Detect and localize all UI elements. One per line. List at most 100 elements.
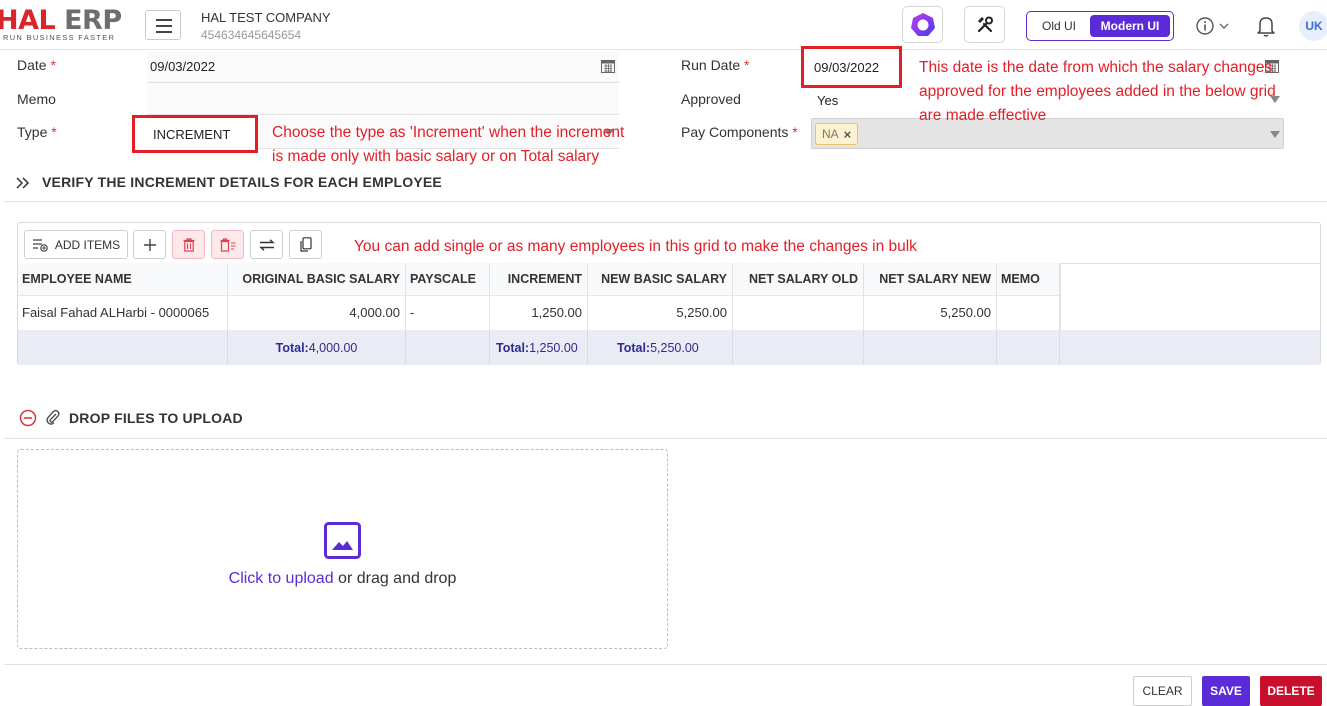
file-dropzone[interactable]: Click to upload or drag and drop (17, 449, 668, 649)
cell-employee-name[interactable]: Faisal Fahad ALHarbi - 0000065 (18, 295, 228, 330)
remove-tag-icon[interactable]: × (844, 127, 852, 142)
total-label: Total: (275, 340, 309, 355)
total-value: 4,000.00 (308, 340, 358, 355)
divider (4, 201, 1327, 202)
info-icon (1196, 17, 1214, 35)
column-header-new-basic-salary[interactable]: NEW BASIC SALARY (588, 263, 733, 295)
approved-label: Approved (681, 91, 741, 107)
cell-net-salary-new[interactable]: 5,250.00 (864, 295, 997, 330)
memo-label: Memo (17, 91, 56, 107)
run-date-annotation-line1: This date is the date from which the sal… (919, 59, 1273, 76)
modern-ui-option[interactable]: Modern UI (1090, 15, 1170, 37)
double-chevron-right-icon[interactable] (16, 177, 30, 189)
click-to-upload-link[interactable]: Click to upload (229, 570, 334, 587)
type-label: Type * (17, 124, 57, 140)
required-mark: * (50, 57, 56, 73)
employee-grid: ADD ITEMS You can add single or as many … (17, 222, 1321, 365)
hamburger-line (156, 19, 172, 21)
cell-net-salary-old[interactable] (733, 295, 864, 330)
company-name: HAL TEST COMPANY (201, 10, 331, 25)
grid-col-border (1060, 263, 1061, 330)
divider (4, 438, 1327, 439)
add-items-label: ADD ITEMS (54, 237, 121, 252)
hamburger-line (156, 31, 172, 33)
dropdown-arrow-icon (1270, 131, 1280, 138)
column-header-increment[interactable]: INCREMENT (490, 263, 588, 295)
trash-icon (183, 237, 194, 252)
hamburger-menu-button[interactable] (145, 10, 181, 40)
notifications-button[interactable] (1255, 14, 1277, 38)
company-id: 454634645645654 (201, 28, 302, 42)
collapse-minus-icon[interactable] (19, 409, 37, 427)
date-label-text: Date (17, 57, 47, 73)
required-mark: * (792, 124, 798, 140)
swap-button[interactable] (250, 230, 283, 259)
cell-payscale[interactable]: - (406, 295, 490, 330)
paperclip-icon (46, 409, 60, 425)
column-header-net-salary-new[interactable]: NET SALARY NEW (864, 263, 997, 295)
date-field[interactable]: 09/03/2022 (147, 51, 619, 83)
pay-component-tag-label: NA (822, 127, 839, 141)
drag-drop-text: or drag and drop (333, 570, 457, 587)
column-header-payscale[interactable]: PAYSCALE (406, 263, 490, 295)
upload-section-title: DROP FILES TO UPLOAD (69, 410, 243, 426)
logo-erp: ERP (55, 6, 122, 36)
info-menu-button[interactable] (1195, 15, 1235, 37)
cell-increment[interactable]: 1,250.00 (490, 295, 588, 330)
column-header-employee-name[interactable]: EMPLOYEE NAME (18, 263, 228, 295)
chevron-down-icon (1219, 23, 1229, 29)
verify-section-title: VERIFY THE INCREMENT DETAILS FOR EACH EM… (42, 174, 442, 190)
copy-icon (299, 237, 312, 252)
run-date-field[interactable]: 09/03/2022 (801, 46, 902, 88)
type-label-text: Type (17, 124, 48, 140)
type-annotation-line1: Choose the type as 'Increment' when the … (272, 124, 625, 141)
copy-button[interactable] (289, 230, 322, 259)
type-select[interactable]: INCREMENT (132, 115, 258, 153)
logo-text: HAL ERP (0, 6, 122, 36)
cell-new-basic-salary[interactable]: 5,250.00 (588, 295, 733, 330)
total-cell-empty (18, 330, 228, 365)
column-header-net-salary-old[interactable]: NET SALARY OLD (733, 263, 864, 295)
required-mark: * (744, 57, 750, 73)
total-label: Total: (617, 340, 651, 355)
ai-assistant-button[interactable] (902, 6, 943, 43)
calendar-icon[interactable] (601, 59, 615, 73)
top-header: HAL ERP RUN BUSINESS FASTER HAL TEST COM… (0, 0, 1327, 50)
hal-erp-logo[interactable]: HAL ERP RUN BUSINESS FASTER (0, 6, 130, 44)
run-date-annotation-line3: are made effective (919, 107, 1047, 124)
logo-hal: HAL (0, 6, 56, 36)
ai-orb-icon (910, 12, 935, 36)
date-label: Date * (17, 57, 56, 73)
image-upload-icon (324, 522, 361, 559)
total-cell-empty (733, 330, 864, 365)
add-items-button[interactable]: ADD ITEMS (24, 230, 128, 259)
total-new-basic-salary: Total: 5,250.00 (588, 330, 733, 365)
pay-components-select[interactable]: NA × (811, 118, 1284, 149)
cell-original-basic-salary[interactable]: 4,000.00 (228, 295, 406, 330)
required-mark: * (51, 124, 57, 140)
column-header-memo[interactable]: MEMO (997, 263, 1060, 295)
pay-components-label-text: Pay Components (681, 124, 789, 140)
column-header-original-basic-salary[interactable]: ORIGINAL BASIC SALARY (228, 263, 406, 295)
add-row-button[interactable] (133, 230, 166, 259)
bell-icon (1257, 17, 1275, 37)
run-date-label-text: Run Date (681, 57, 741, 73)
type-annotation-line2: is made only with basic salary or on Tot… (272, 148, 600, 165)
ui-mode-toggle: Old UI Modern UI (1026, 11, 1174, 41)
delete-row-button[interactable] (172, 230, 205, 259)
total-cell-empty (997, 330, 1060, 365)
old-ui-option[interactable]: Old UI (1031, 15, 1087, 37)
user-avatar[interactable]: UK (1299, 11, 1327, 41)
tools-button[interactable] (964, 6, 1005, 43)
logo-tagline: RUN BUSINESS FASTER (3, 33, 116, 42)
tools-icon (977, 16, 993, 32)
delete-all-rows-button[interactable] (211, 230, 244, 259)
run-date-label: Run Date * (681, 57, 750, 73)
dropzone-text: Click to upload or drag and drop (18, 570, 667, 588)
memo-field[interactable] (147, 83, 619, 115)
total-label: Total: (496, 340, 530, 355)
grid-annotation: You can add single or as many employees … (354, 238, 917, 255)
date-value: 09/03/2022 (150, 59, 216, 74)
cell-memo[interactable] (997, 295, 1060, 330)
swap-arrows-icon (258, 238, 275, 251)
